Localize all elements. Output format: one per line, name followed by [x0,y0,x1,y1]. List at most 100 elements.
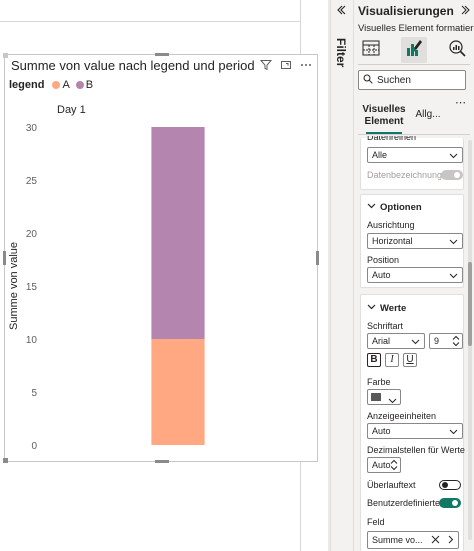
more-options-icon[interactable]: ⋯ [455,96,466,109]
custom-label: Benutzerdefinierte ... [367,498,451,508]
toggle-knob [442,482,448,488]
stacked-column-chart-visual[interactable]: Summe von value nach legend und period l… [3,53,319,463]
y-tick-label: 10 [26,335,38,346]
decimal-places-label: Dezimalstellen für Werte [367,445,465,455]
data-labels-caption: Datenbezeichnung... [367,170,450,180]
filter-pane-collapsed[interactable]: Filter [330,0,354,551]
underline-button[interactable]: U [403,353,417,367]
chevron-right-icon[interactable] [446,535,455,546]
font-family-value: Arial [372,336,391,346]
tab-visual[interactable]: Visuelles Element [358,104,410,134]
y-tick-label: 20 [26,229,38,240]
chevron-down-icon [367,201,376,213]
display-units-dropdown[interactable]: Auto [367,423,463,439]
chevron-down-icon [449,237,458,248]
legend-entry-a[interactable]: A [52,79,70,91]
orientation-label: Ausrichtung [367,220,415,230]
filter-icon[interactable] [259,58,273,72]
options-section-header[interactable]: Optionen [367,201,422,213]
font-size-stepper[interactable]: 9 [429,333,463,349]
more-options-icon[interactable] [299,58,313,72]
viz-pane-header: Visualisierungen [358,4,474,18]
search-box[interactable] [358,70,466,90]
series-label: Datenreihen [367,136,417,142]
options-heading: Optionen [380,201,422,213]
bar-segment-a[interactable] [151,339,205,445]
decimal-places-value: Auto [372,460,391,470]
divider [358,134,470,135]
viz-pane-subtitle: Visuelles Element formatieren [358,23,474,34]
italic-button[interactable]: I [385,353,399,367]
format-visual-button[interactable] [401,37,427,63]
field-well-value: Summe vo... [372,535,423,545]
orientation-dropdown[interactable]: Horizontal [367,233,463,249]
expand-filter-pane-icon[interactable] [335,4,347,19]
display-units-label: Anzeigeeinheiten [367,411,437,421]
bold-button[interactable]: B [367,353,381,367]
build-visual-button[interactable] [358,37,384,63]
stepper-arrows-icon[interactable] [452,335,460,349]
orientation-dropdown-value: Horizontal [372,236,413,246]
magnifier-chart-icon [447,38,467,63]
overflow-text-toggle[interactable] [439,480,461,490]
format-paintbrush-icon [404,38,424,63]
tab-general[interactable]: Allg... [410,109,446,134]
remove-field-icon[interactable] [431,535,440,546]
search-icon [363,71,373,89]
y-tick-label: 0 [31,441,37,452]
stepper-arrows-icon[interactable] [390,459,398,473]
values-card: Werte Schriftart Arial 9 B I U Farbe Anz… [360,294,465,551]
report-canvas: Summe von value nach legend und period l… [0,0,330,551]
data-labels-series-card: Datenreihen Alle Datenbezeichnung... [360,136,464,190]
visual-title: Summe von value nach legend und period [11,58,255,73]
chevron-down-icon [388,392,397,410]
chevron-down-icon [411,337,420,348]
toggle-knob [452,500,458,506]
position-dropdown[interactable]: Auto [367,267,463,283]
series-dropdown-value: Alle [372,150,388,160]
chart-plot-area: 0 5 10 15 20 25 30 Summe von value Day 1 [8,104,205,452]
category-label: Day 1 [57,104,86,116]
custom-toggle[interactable] [439,498,461,508]
y-tick-label: 5 [31,388,37,399]
divider [358,64,470,65]
pane-scrollbar-thumb[interactable] [468,262,472,346]
position-label: Position [367,255,400,265]
y-axis-title: Summe von value [8,242,20,330]
data-labels-series-toggle[interactable] [441,170,463,180]
resize-handle-corner-tl[interactable] [3,53,8,58]
grid-fields-icon [362,40,380,61]
canvas-top-bar [0,0,300,22]
legend-marker-b [75,81,84,89]
legend-entry-b[interactable]: B [75,79,94,91]
search-input[interactable] [377,74,455,86]
y-tick-label: 30 [26,123,38,134]
chevron-down-icon [449,271,458,282]
y-tick-label: 25 [26,176,38,187]
focus-mode-icon[interactable] [279,58,293,72]
position-dropdown-value: Auto [372,270,391,280]
collapse-viz-pane-icon[interactable] [460,4,470,18]
legend-label-a: A [62,79,70,91]
filter-pane-label[interactable]: Filter [334,38,348,67]
analytics-button[interactable] [444,37,470,63]
bar-segment-b[interactable] [151,127,205,339]
values-section-header[interactable]: Werte [367,302,406,314]
decimal-places-stepper[interactable]: Auto [367,457,401,473]
field-well-pill[interactable]: Summe vo... [367,531,459,549]
resize-handle-top[interactable] [155,53,169,56]
legend-label-b: B [85,79,94,91]
font-family-dropdown[interactable]: Arial [367,333,425,349]
viz-pane-title: Visualisierungen [358,4,454,18]
series-dropdown[interactable]: Alle [367,147,463,163]
chevron-down-icon [449,151,458,162]
color-picker-button[interactable] [367,389,401,405]
font-label: Schriftart [367,321,404,331]
font-size-value: 9 [434,336,440,346]
legend-title: legend [9,79,45,91]
legend-marker-a [52,81,61,89]
chevron-down-icon [449,427,458,438]
color-swatch [371,393,381,401]
toggle-knob [454,172,460,178]
chart-legend: legend A B [9,79,95,91]
